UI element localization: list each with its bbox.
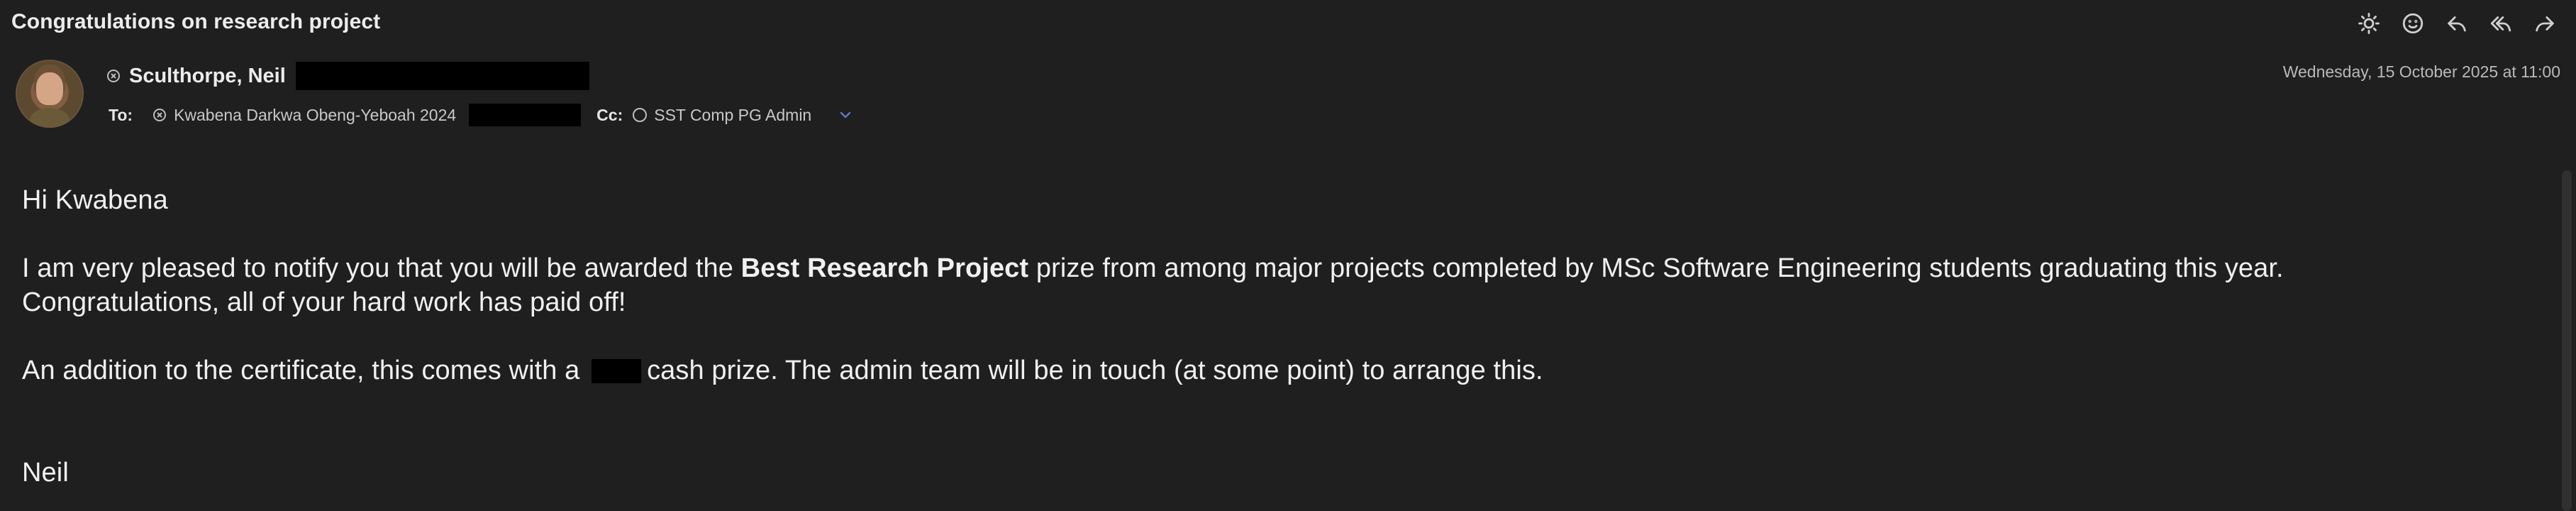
reply-button[interactable]	[2441, 8, 2472, 39]
sender-status-icon	[106, 69, 121, 83]
message-toolbar	[2353, 7, 2560, 40]
emoji-icon	[2402, 13, 2424, 34]
chevron-down-icon	[840, 111, 851, 119]
reply-icon	[2448, 16, 2466, 32]
signature: Neil	[22, 458, 69, 488]
award-paragraph-end: prize from among major projects complete…	[1028, 253, 2284, 283]
award-name: Best Research Project	[740, 253, 1029, 283]
sender-email-redaction	[295, 62, 589, 90]
to-email-redaction	[469, 104, 582, 126]
certificate-paragraph-end: cash prize. The admin team will be in to…	[647, 356, 1543, 385]
expand-recipients-button[interactable]	[837, 106, 854, 123]
certificate-paragraph: An addition to the certificate, this com…	[22, 353, 1543, 388]
congratulations-text: Congratulations, all of your hard work h…	[22, 287, 626, 317]
sender-row: Sculthorpe, Neil	[106, 62, 589, 90]
cc-recipient-name: SST Comp PG Admin	[654, 105, 812, 124]
reply-all-icon	[2490, 16, 2511, 32]
message-scrollbar[interactable]	[2562, 170, 2572, 511]
cc-label: Cc:	[596, 105, 623, 124]
to-label: To:	[109, 105, 133, 124]
cc-recipient-status-icon	[633, 108, 648, 122]
brightness-icon	[2358, 13, 2380, 34]
reply-all-button[interactable]	[2485, 8, 2516, 39]
sender-name[interactable]: Sculthorpe, Neil	[129, 65, 286, 88]
to-recipient-status-icon	[152, 108, 167, 122]
forward-button[interactable]	[2529, 8, 2560, 39]
greeting-text: Hi Kwabena	[22, 185, 168, 215]
message-subject: Congratulations on research project	[11, 10, 381, 33]
mail-reader-window: Congratulations on research project Scul…	[0, 0, 2576, 511]
sender-avatar[interactable]	[16, 60, 84, 128]
certificate-paragraph-start: An addition to the certificate, this com…	[22, 356, 588, 385]
to-recipient[interactable]: Kwabena Darkwa Obeng-Yeboah 2024	[152, 106, 456, 125]
cash-prize-redaction	[592, 359, 642, 383]
award-paragraph: I am very pleased to notify you that you…	[22, 251, 2284, 285]
award-paragraph-start: I am very pleased to notify you that you…	[22, 253, 741, 283]
to-recipient-name: Kwabena Darkwa Obeng-Yeboah 2024	[174, 105, 457, 124]
brightness-button[interactable]	[2353, 8, 2385, 39]
message-date: Wednesday, 15 October 2025 at 11:00	[2282, 62, 2560, 81]
cc-recipient[interactable]: SST Comp PG Admin	[633, 106, 811, 125]
recipient-row: To: Kwabena Darkwa Obeng-Yeboah 2024 Cc:…	[109, 103, 854, 127]
emoji-button[interactable]	[2397, 8, 2428, 39]
forward-icon	[2536, 16, 2554, 32]
